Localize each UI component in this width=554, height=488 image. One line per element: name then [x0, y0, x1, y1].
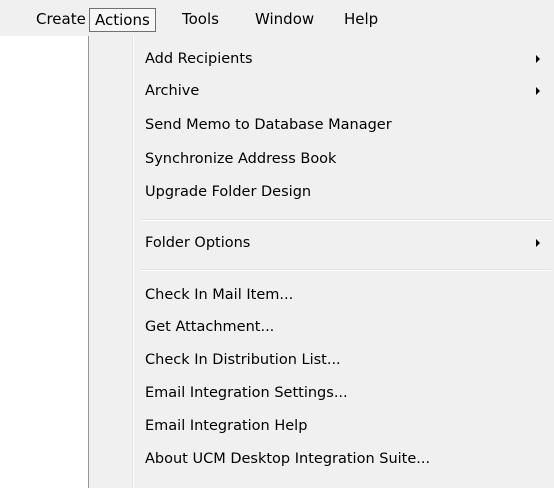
menu-item-label: Check In Distribution List... — [145, 352, 341, 368]
menu-item-label: Email Integration Settings... — [145, 385, 348, 401]
menu-item-label: Folder Options — [145, 235, 251, 251]
menu-item-folder-options[interactable]: Folder Options — [89, 228, 554, 258]
menu-item-label: Get Attachment... — [145, 319, 275, 335]
menu-bar: Create Actions Tools Window Help — [0, 0, 554, 37]
submenu-arrow-icon — [536, 87, 540, 95]
menu-item-check-in-distribution-list[interactable]: Check In Distribution List... — [89, 345, 554, 375]
menu-item-label: Synchronize Address Book — [145, 151, 337, 167]
document-area — [0, 36, 88, 488]
menu-actions[interactable]: Actions — [89, 8, 156, 32]
menu-item-add-recipients[interactable]: Add Recipients — [89, 44, 554, 74]
menu-item-archive[interactable]: Archive — [89, 76, 554, 106]
submenu-arrow-icon — [536, 55, 540, 63]
menu-item-send-memo[interactable]: Send Memo to Database Manager — [89, 110, 554, 140]
menu-item-email-integration-settings[interactable]: Email Integration Settings... — [89, 378, 554, 408]
menu-item-get-attachment[interactable]: Get Attachment... — [89, 312, 554, 342]
menu-item-email-integration-help[interactable]: Email Integration Help — [89, 411, 554, 441]
menu-item-check-in-mail-item[interactable]: Check In Mail Item... — [89, 280, 554, 310]
menu-help[interactable]: Help — [344, 8, 378, 30]
menu-item-label: Check In Mail Item... — [145, 287, 294, 303]
menu-item-label: Upgrade Folder Design — [145, 184, 312, 200]
menu-create[interactable]: Create — [36, 8, 86, 30]
menu-item-label: Email Integration Help — [145, 418, 308, 434]
menu-tools[interactable]: Tools — [182, 8, 219, 30]
menu-item-about-ucm-desktop-integration-suite[interactable]: About UCM Desktop Integration Suite... — [89, 444, 554, 474]
menu-separator — [141, 269, 551, 271]
menu-item-label: About UCM Desktop Integration Suite... — [145, 451, 431, 467]
menu-item-synchronize-address-book[interactable]: Synchronize Address Book — [89, 144, 554, 174]
submenu-arrow-icon — [536, 239, 540, 247]
menu-item-label: Send Memo to Database Manager — [145, 117, 392, 133]
menu-separator — [141, 219, 551, 221]
menu-item-label: Add Recipients — [145, 51, 253, 67]
menu-item-upgrade-folder-design[interactable]: Upgrade Folder Design — [89, 177, 554, 207]
menu-item-label: Archive — [145, 83, 200, 99]
menu-window[interactable]: Window — [255, 8, 314, 30]
actions-dropdown-menu: Add Recipients Archive Send Memo to Data… — [88, 36, 554, 488]
app-window: Create Actions Tools Window Help Add Rec… — [0, 0, 554, 488]
